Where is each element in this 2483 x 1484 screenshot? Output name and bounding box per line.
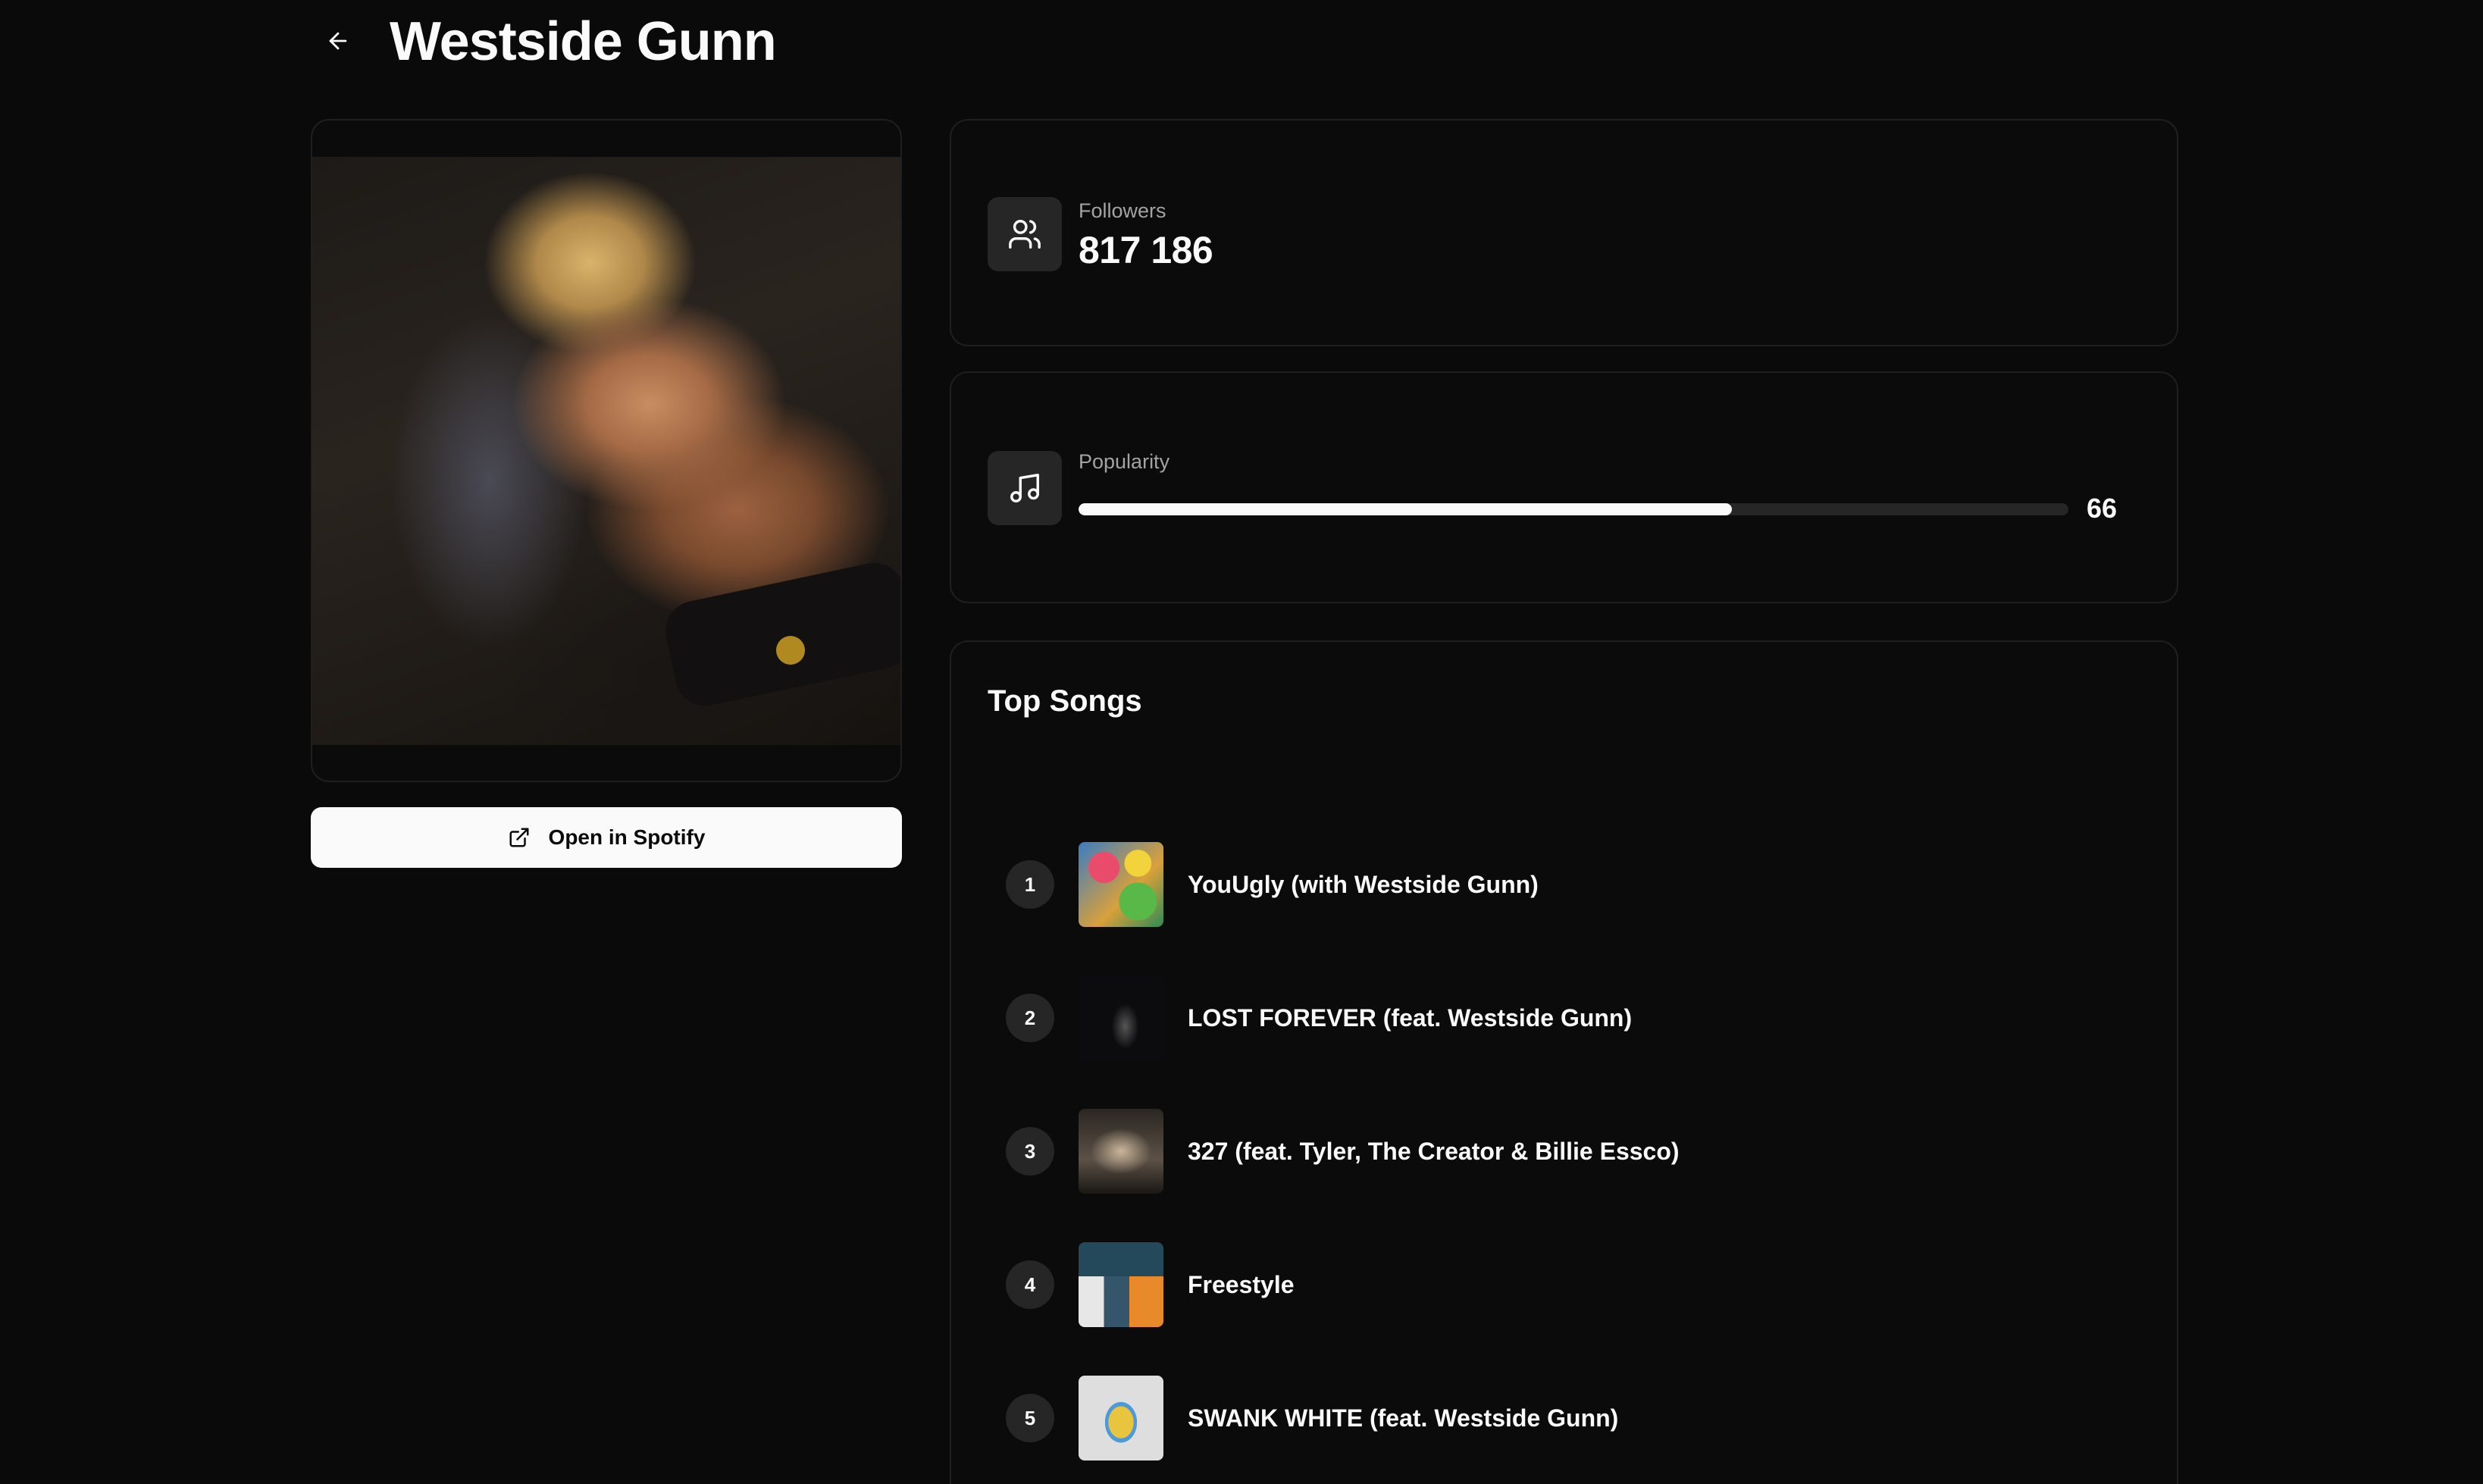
- music-note-icon: [1010, 474, 1039, 502]
- armband-shape: [659, 557, 900, 712]
- popularity-icon-box: [988, 451, 1062, 525]
- external-link-icon: [509, 828, 529, 847]
- song-rank: 3: [1006, 1127, 1054, 1176]
- artist-image-card: [311, 119, 902, 782]
- artist-page: Westside Gunn Open in Spotify Followers …: [0, 0, 2483, 1484]
- song-rank: 4: [1006, 1260, 1054, 1309]
- song-title: YouUgly (with Westside Gunn): [1188, 870, 1539, 898]
- song-row[interactable]: 1 YouUgly (with Westside Gunn): [951, 818, 2177, 951]
- page-title: Westside Gunn: [390, 11, 777, 72]
- song-cover: [1079, 1242, 1163, 1327]
- followers-card: Followers 817 186: [950, 119, 2178, 346]
- song-row[interactable]: 5 SWANK WHITE (feat. Westside Gunn): [951, 1351, 2177, 1484]
- open-in-spotify-button[interactable]: Open in Spotify: [311, 807, 902, 868]
- song-row[interactable]: 2 LOST FOREVER (feat. Westside Gunn): [951, 951, 2177, 1085]
- top-songs-title: Top Songs: [988, 684, 1142, 718]
- artist-photo: [312, 157, 900, 745]
- followers-value: 817 186: [1079, 229, 1213, 271]
- users-icon: [1009, 220, 1041, 249]
- popularity-value: 66: [2087, 493, 2118, 524]
- arrow-left-icon: [329, 32, 347, 50]
- song-row[interactable]: 3 327 (feat. Tyler, The Creator & Billie…: [951, 1085, 2177, 1218]
- song-rank: 2: [1006, 994, 1054, 1042]
- popularity-card: Popularity 66: [950, 371, 2178, 603]
- song-cover: [1079, 842, 1163, 927]
- top-songs-card: Top Songs 1 YouUgly (with Westside Gunn)…: [950, 640, 2178, 1484]
- song-rank: 5: [1006, 1394, 1054, 1442]
- song-row[interactable]: 4 Freestyle: [951, 1218, 2177, 1351]
- followers-label: Followers: [1079, 199, 1166, 222]
- followers-icon-box: [988, 197, 1062, 271]
- song-rank: 1: [1006, 860, 1054, 909]
- open-in-spotify-label: Open in Spotify: [548, 825, 706, 849]
- song-title: LOST FOREVER (feat. Westside Gunn): [1188, 1003, 1633, 1032]
- popularity-bar-fill: [1079, 503, 1732, 515]
- song-cover: [1079, 1109, 1163, 1194]
- song-title: 327 (feat. Tyler, The Creator & Billie E…: [1188, 1137, 1680, 1165]
- popularity-label: Popularity: [1079, 450, 1170, 473]
- song-cover: [1079, 975, 1163, 1060]
- popularity-bar: [1079, 503, 2068, 515]
- song-title: Freestyle: [1188, 1270, 1295, 1298]
- song-cover: [1079, 1376, 1163, 1461]
- back-button[interactable]: [318, 21, 358, 61]
- song-title: SWANK WHITE (feat. Westside Gunn): [1188, 1404, 1619, 1432]
- top-songs-list: 1 YouUgly (with Westside Gunn) 2 LOST FO…: [951, 818, 2177, 1484]
- armband-logo: [776, 636, 805, 665]
